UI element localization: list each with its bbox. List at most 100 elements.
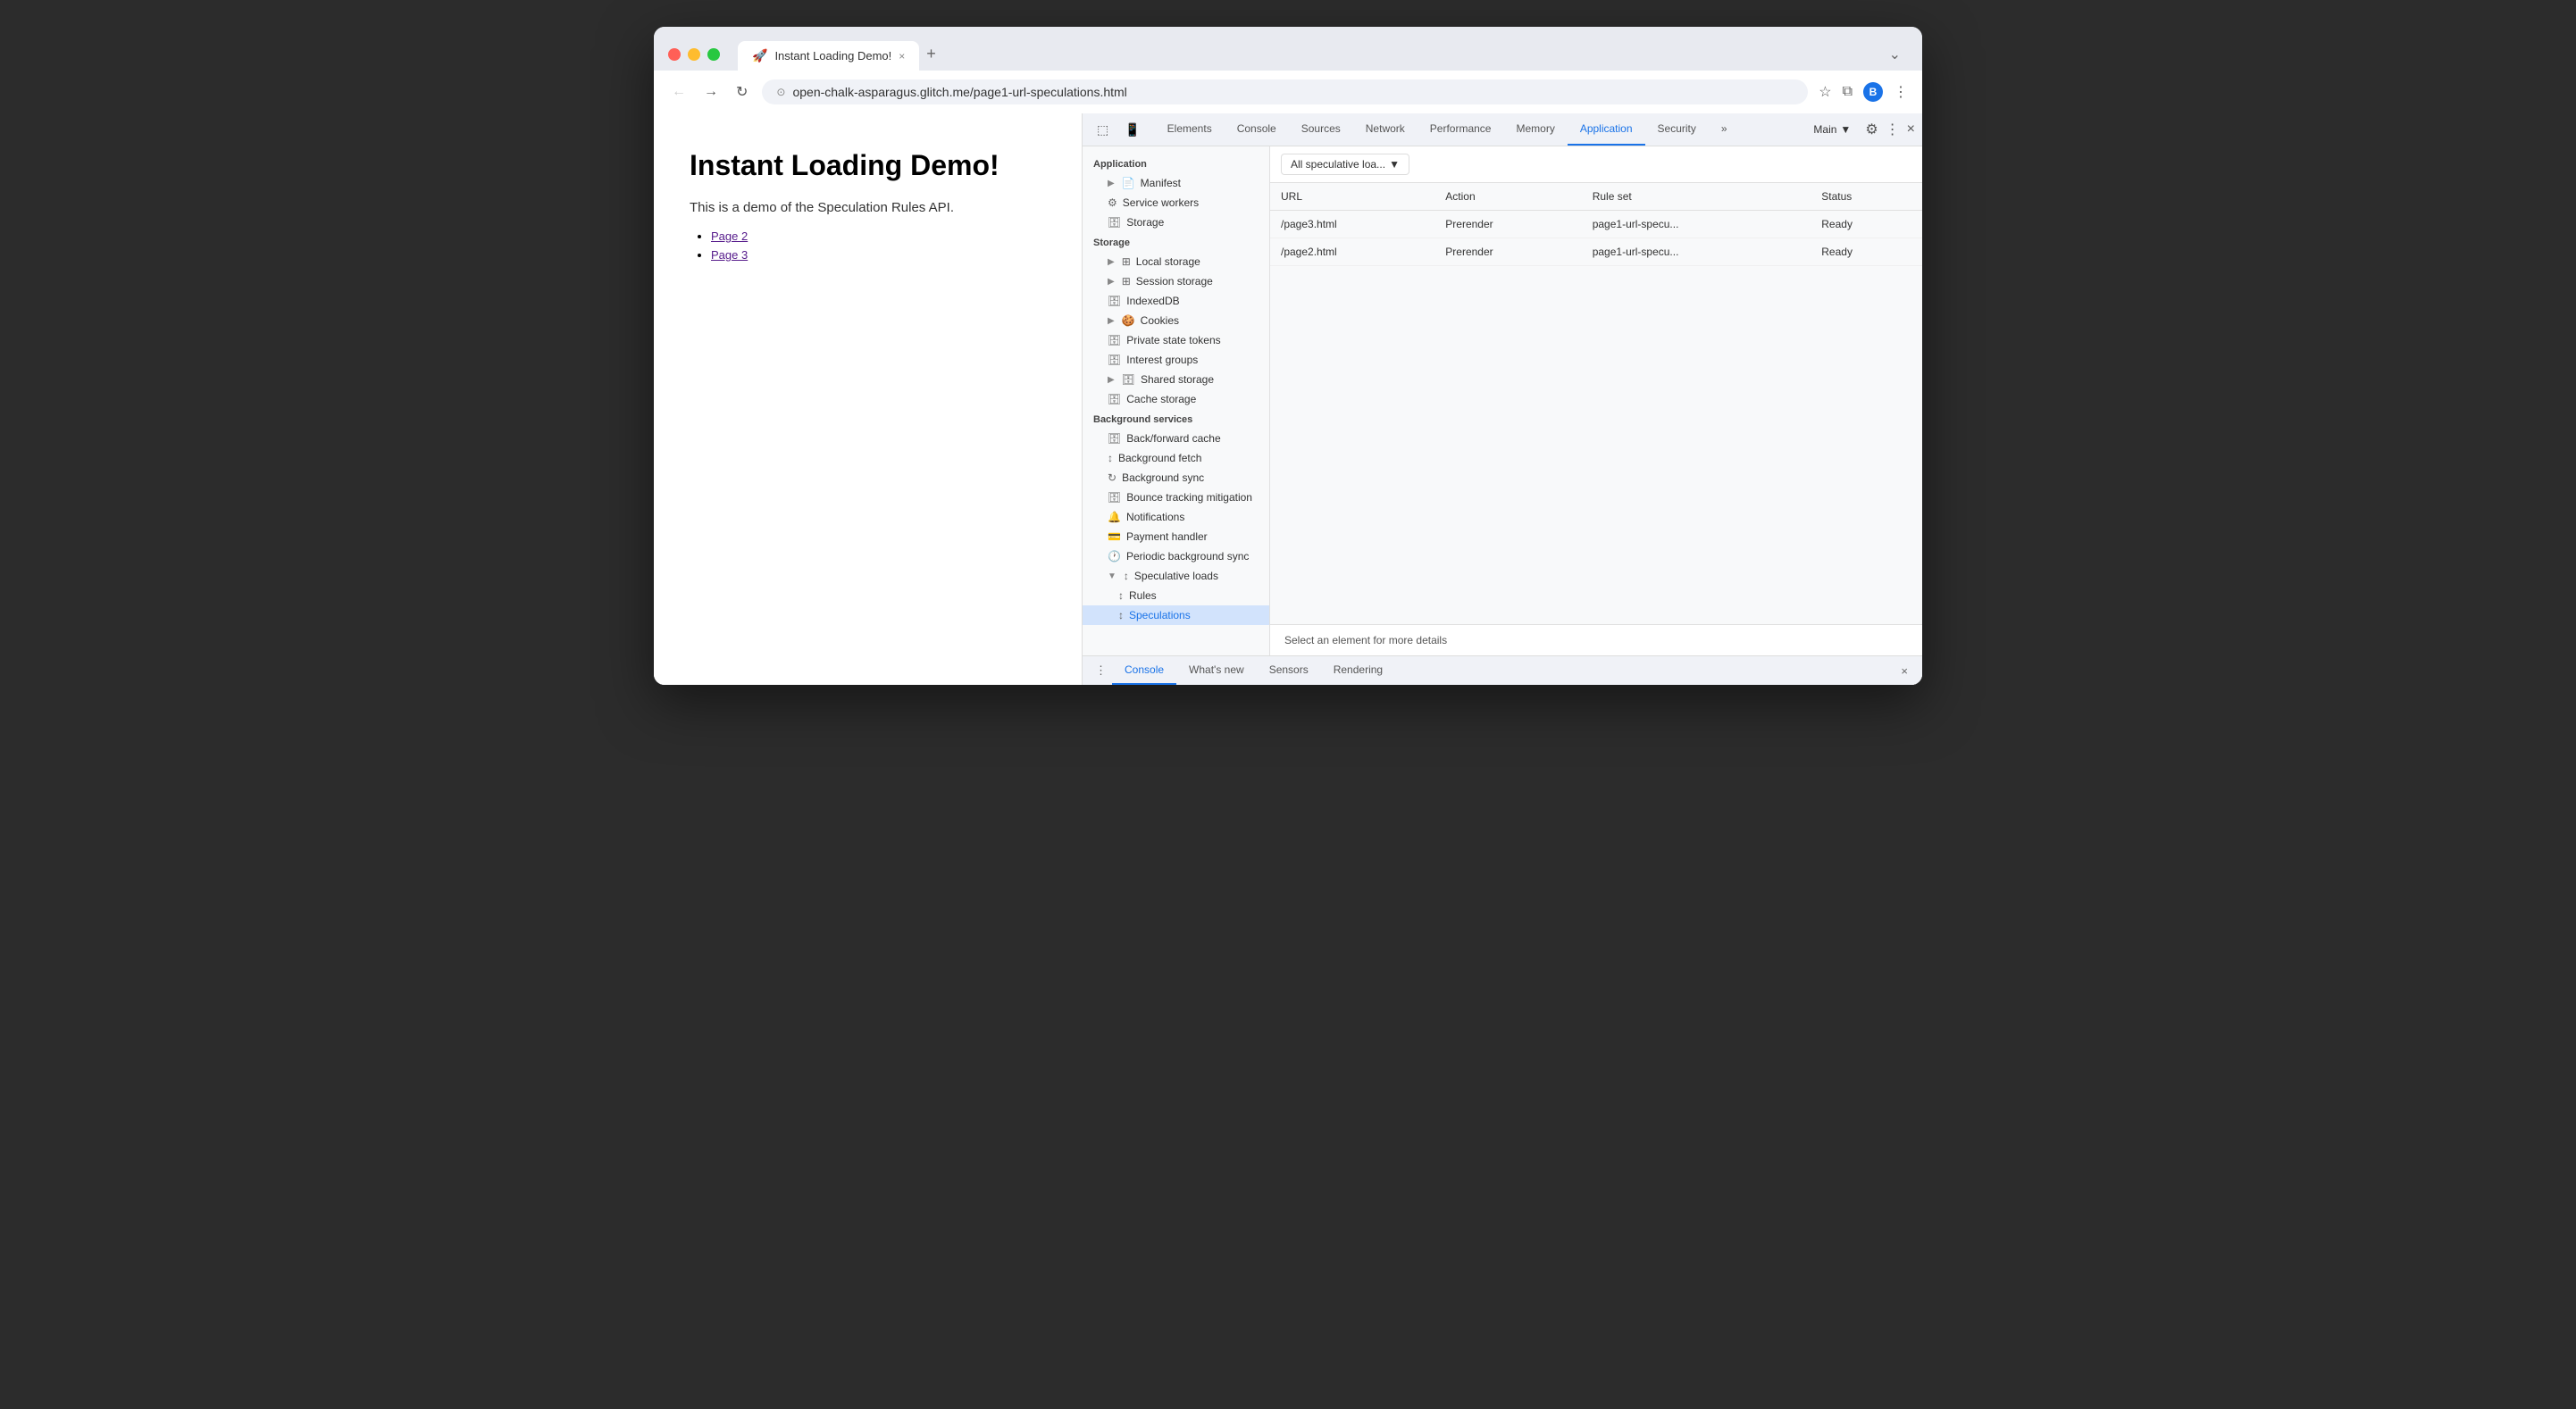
table-row[interactable]: /page3.html Prerender page1-url-specu...… [1270, 211, 1922, 238]
drawer-tab-rendering[interactable]: Rendering [1321, 656, 1395, 685]
active-tab[interactable]: 🚀 Instant Loading Demo! × [738, 41, 919, 71]
dropdown-label: All speculative loa... [1291, 158, 1385, 171]
address-input[interactable]: ⊙ open-chalk-asparagus.glitch.me/page1-u… [762, 79, 1808, 104]
devtools-context: Main ▼ [1806, 120, 1858, 139]
page-description: This is a demo of the Speculation Rules … [690, 200, 1046, 215]
tab-security[interactable]: Security [1645, 113, 1709, 146]
back-button[interactable]: ← [668, 80, 690, 104]
sidebar-item-indexeddb[interactable]: 🗄 IndexedDB [1083, 291, 1269, 311]
tab-favicon: 🚀 [752, 48, 767, 63]
tab-sources[interactable]: Sources [1289, 113, 1353, 146]
devtools-close-icon[interactable]: × [1907, 121, 1915, 138]
storage-main-icon: 🗄 [1108, 216, 1121, 229]
page2-link[interactable]: Page 2 [711, 229, 748, 243]
profile-button[interactable]: B [1863, 82, 1883, 102]
sidebar-item-rules[interactable]: ↕ Rules [1083, 586, 1269, 605]
devtools-settings-icon[interactable]: ⚙ [1865, 121, 1878, 138]
extensions-icon[interactable]: ⧉ [1843, 84, 1853, 100]
browser-window: 🚀 Instant Loading Demo! × + ⌄ ← → ↻ ⊙ op… [654, 27, 1922, 685]
sidebar-item-cookies[interactable]: ▶ 🍪 Cookies [1083, 311, 1269, 330]
bookmark-icon[interactable]: ☆ [1819, 83, 1831, 101]
close-window-button[interactable] [668, 48, 681, 61]
maximize-window-button[interactable] [707, 48, 720, 61]
sidebar-item-label: Back/forward cache [1126, 432, 1220, 445]
sidebar-item-local-storage[interactable]: ▶ ⊞ Local storage [1083, 252, 1269, 271]
sidebar-item-notifications[interactable]: 🔔 Notifications [1083, 507, 1269, 527]
interest-groups-icon: 🗄 [1108, 354, 1121, 366]
devtools-more-icon[interactable]: ⋮ [1886, 121, 1900, 138]
cell-ruleset: page1-url-specu... [1582, 238, 1811, 266]
details-text: Select an element for more details [1284, 634, 1447, 646]
forward-button[interactable]: → [700, 80, 722, 104]
sidebar-item-backforward-cache[interactable]: 🗄 Back/forward cache [1083, 429, 1269, 448]
sidebar-item-label: Local storage [1136, 255, 1200, 268]
address-bar: ← → ↻ ⊙ open-chalk-asparagus.glitch.me/p… [654, 71, 1922, 113]
drawer-tab-sensors[interactable]: Sensors [1257, 656, 1321, 685]
drawer-menu-icon[interactable]: ⋮ [1090, 660, 1112, 681]
backforward-cache-icon: 🗄 [1108, 432, 1121, 445]
sidebar-item-service-workers[interactable]: ⚙ Service workers [1083, 193, 1269, 213]
drawer-more: × [1894, 664, 1915, 678]
sidebar-item-periodic-bg-sync[interactable]: 🕐 Periodic background sync [1083, 546, 1269, 566]
cell-status: Ready [1811, 238, 1922, 266]
cell-url: /page2.html [1270, 238, 1434, 266]
sidebar-item-storage-main[interactable]: 🗄 Storage [1083, 213, 1269, 232]
dropdown-chevron-icon: ▼ [1389, 158, 1400, 171]
tab-application[interactable]: Application [1568, 113, 1645, 146]
drawer-tab-console[interactable]: Console [1112, 656, 1176, 685]
sidebar-item-private-state-tokens[interactable]: 🗄 Private state tokens [1083, 330, 1269, 350]
sidebar-item-shared-storage[interactable]: ▶ 🗄 Shared storage [1083, 370, 1269, 389]
minimize-window-button[interactable] [688, 48, 700, 61]
sidebar-item-label: IndexedDB [1126, 295, 1179, 307]
sidebar-item-label: Periodic background sync [1126, 550, 1249, 563]
expand-icon: ▶ [1108, 277, 1115, 287]
sidebar-item-interest-groups[interactable]: 🗄 Interest groups [1083, 350, 1269, 370]
tab-network[interactable]: Network [1353, 113, 1418, 146]
tab-console[interactable]: Console [1225, 113, 1289, 146]
sidebar-item-label: Background sync [1122, 471, 1204, 484]
context-dropdown-icon[interactable]: ▼ [1840, 123, 1851, 136]
sidebar-item-bounce-tracking[interactable]: 🗄 Bounce tracking mitigation [1083, 488, 1269, 507]
sidebar-item-background-sync[interactable]: ↻ Background sync [1083, 468, 1269, 488]
tab-elements[interactable]: Elements [1155, 113, 1225, 146]
sidebar-item-cache-storage[interactable]: 🗄 Cache storage [1083, 389, 1269, 409]
sidebar-item-session-storage[interactable]: ▶ ⊞ Session storage [1083, 271, 1269, 291]
table-header: URL Action Rule set Status [1270, 183, 1922, 211]
tab-memory[interactable]: Memory [1503, 113, 1567, 146]
sidebar-item-label: Shared storage [1141, 373, 1214, 386]
page3-link[interactable]: Page 3 [711, 248, 748, 262]
table-row[interactable]: /page2.html Prerender page1-url-specu...… [1270, 238, 1922, 266]
context-label: Main [1813, 123, 1836, 136]
new-tab-button[interactable]: + [919, 38, 943, 71]
col-action: Action [1434, 183, 1581, 211]
background-sync-icon: ↻ [1108, 471, 1117, 484]
cell-action: Prerender [1434, 211, 1581, 238]
page-links: Page 2 Page 3 [690, 229, 1046, 262]
rules-icon: ↕ [1118, 589, 1124, 602]
tab-more-button[interactable]: ⌄ [1882, 42, 1908, 67]
sidebar-item-speculations[interactable]: ↕ Speculations [1083, 605, 1269, 625]
tab-more[interactable]: » [1709, 113, 1740, 146]
sidebar-item-payment-handler[interactable]: 💳 Payment handler [1083, 527, 1269, 546]
speculative-loads-icon: ↕ [1124, 570, 1129, 582]
inspect-element-icon[interactable]: ⬚ [1090, 117, 1116, 143]
drawer-tab-whats-new[interactable]: What's new [1176, 656, 1257, 685]
tab-close-button[interactable]: × [899, 50, 905, 63]
devtools-panel: ⬚ 📱 Elements Console Sources Network Per… [1083, 113, 1922, 685]
main-content: Instant Loading Demo! This is a demo of … [654, 113, 1922, 685]
local-storage-icon: ⊞ [1122, 255, 1131, 268]
sidebar-item-manifest[interactable]: ▶ 📄 Manifest [1083, 173, 1269, 193]
devtools-body: Application ▶ 📄 Manifest ⚙ Service worke… [1083, 146, 1922, 655]
sidebar-item-speculative-loads[interactable]: ▼ ↕ Speculative loads [1083, 566, 1269, 586]
browser-more-button[interactable]: ⋮ [1894, 83, 1908, 101]
sidebar-item-background-fetch[interactable]: ↕ Background fetch [1083, 448, 1269, 468]
device-toolbar-icon[interactable]: 📱 [1117, 117, 1147, 143]
background-fetch-icon: ↕ [1108, 452, 1113, 464]
speculative-loads-filter-dropdown[interactable]: All speculative loa... ▼ [1281, 154, 1409, 175]
tab-performance[interactable]: Performance [1418, 113, 1504, 146]
service-workers-icon: ⚙ [1108, 196, 1117, 209]
reload-button[interactable]: ↻ [732, 79, 751, 104]
sidebar-item-label: Speculative loads [1134, 570, 1218, 582]
drawer-close-icon[interactable]: × [1894, 661, 1915, 681]
sidebar-item-label: Private state tokens [1126, 334, 1220, 346]
